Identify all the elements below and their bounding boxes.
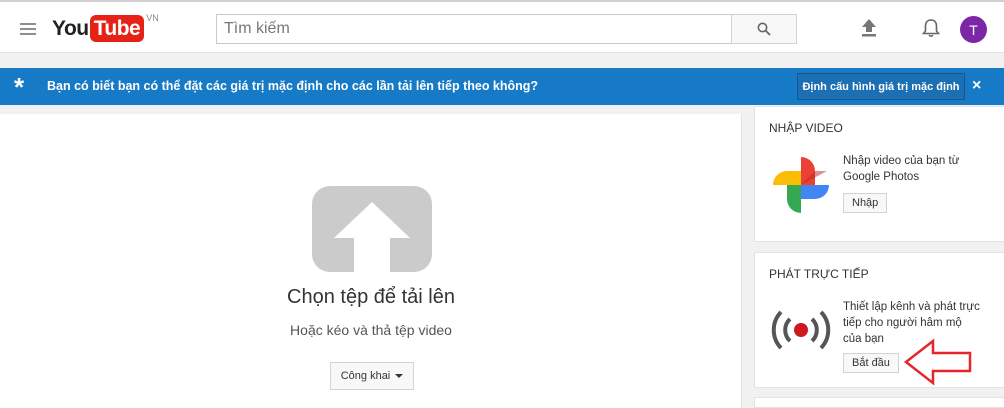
search-input[interactable]: [217, 15, 731, 43]
top-bar: You Tube VN T: [0, 0, 1004, 53]
annotation-arrow-icon: [903, 338, 972, 386]
upload-subtitle: Hoặc kéo và thả tệp video: [290, 322, 452, 338]
import-card-description: Nhập video của bạn từ Google Photos: [843, 155, 960, 183]
privacy-dropdown[interactable]: Công khai: [330, 362, 414, 390]
banner-text: Bạn có biết bạn có thể đặt các giá trị m…: [47, 79, 539, 93]
start-button[interactable]: Bắt đầu: [843, 353, 899, 373]
upload-title: Chọn tệp để tải lên: [287, 286, 455, 308]
logo-region: VN: [146, 13, 159, 23]
search-box[interactable]: [216, 14, 731, 44]
bell-icon[interactable]: [921, 18, 941, 38]
upload-icon[interactable]: [860, 18, 878, 38]
logo-tube-text: Tube: [89, 15, 145, 42]
star-icon: *: [14, 72, 25, 102]
youtube-logo[interactable]: You Tube VN: [52, 13, 159, 42]
search-button[interactable]: [731, 14, 797, 44]
search-icon: [757, 22, 771, 36]
live-card-title: PHÁT TRỰC TIẾP: [769, 267, 869, 281]
bottom-card: [754, 397, 1004, 408]
logo-you-text: You: [52, 17, 89, 40]
upload-panel[interactable]: Chọn tệp để tải lên Hoặc kéo và thả tệp …: [0, 114, 742, 408]
live-broadcast-icon: [771, 310, 831, 350]
import-video-card: NHẬP VIDEO Nhập video của bạn từ Google …: [754, 106, 1004, 242]
privacy-label: Công khai: [340, 370, 391, 382]
avatar[interactable]: T: [960, 16, 987, 43]
import-button[interactable]: Nhập: [843, 193, 888, 213]
menu-icon[interactable]: [20, 23, 36, 35]
configure-defaults-button[interactable]: Định cấu hình giá trị mặc định: [797, 73, 965, 100]
caret-down-icon: [395, 374, 404, 378]
upload-arrow-icon[interactable]: [312, 186, 432, 272]
import-card-title: NHẬP VIDEO: [769, 121, 843, 135]
google-photos-icon: [773, 157, 829, 213]
close-icon[interactable]: ×: [972, 77, 981, 95]
